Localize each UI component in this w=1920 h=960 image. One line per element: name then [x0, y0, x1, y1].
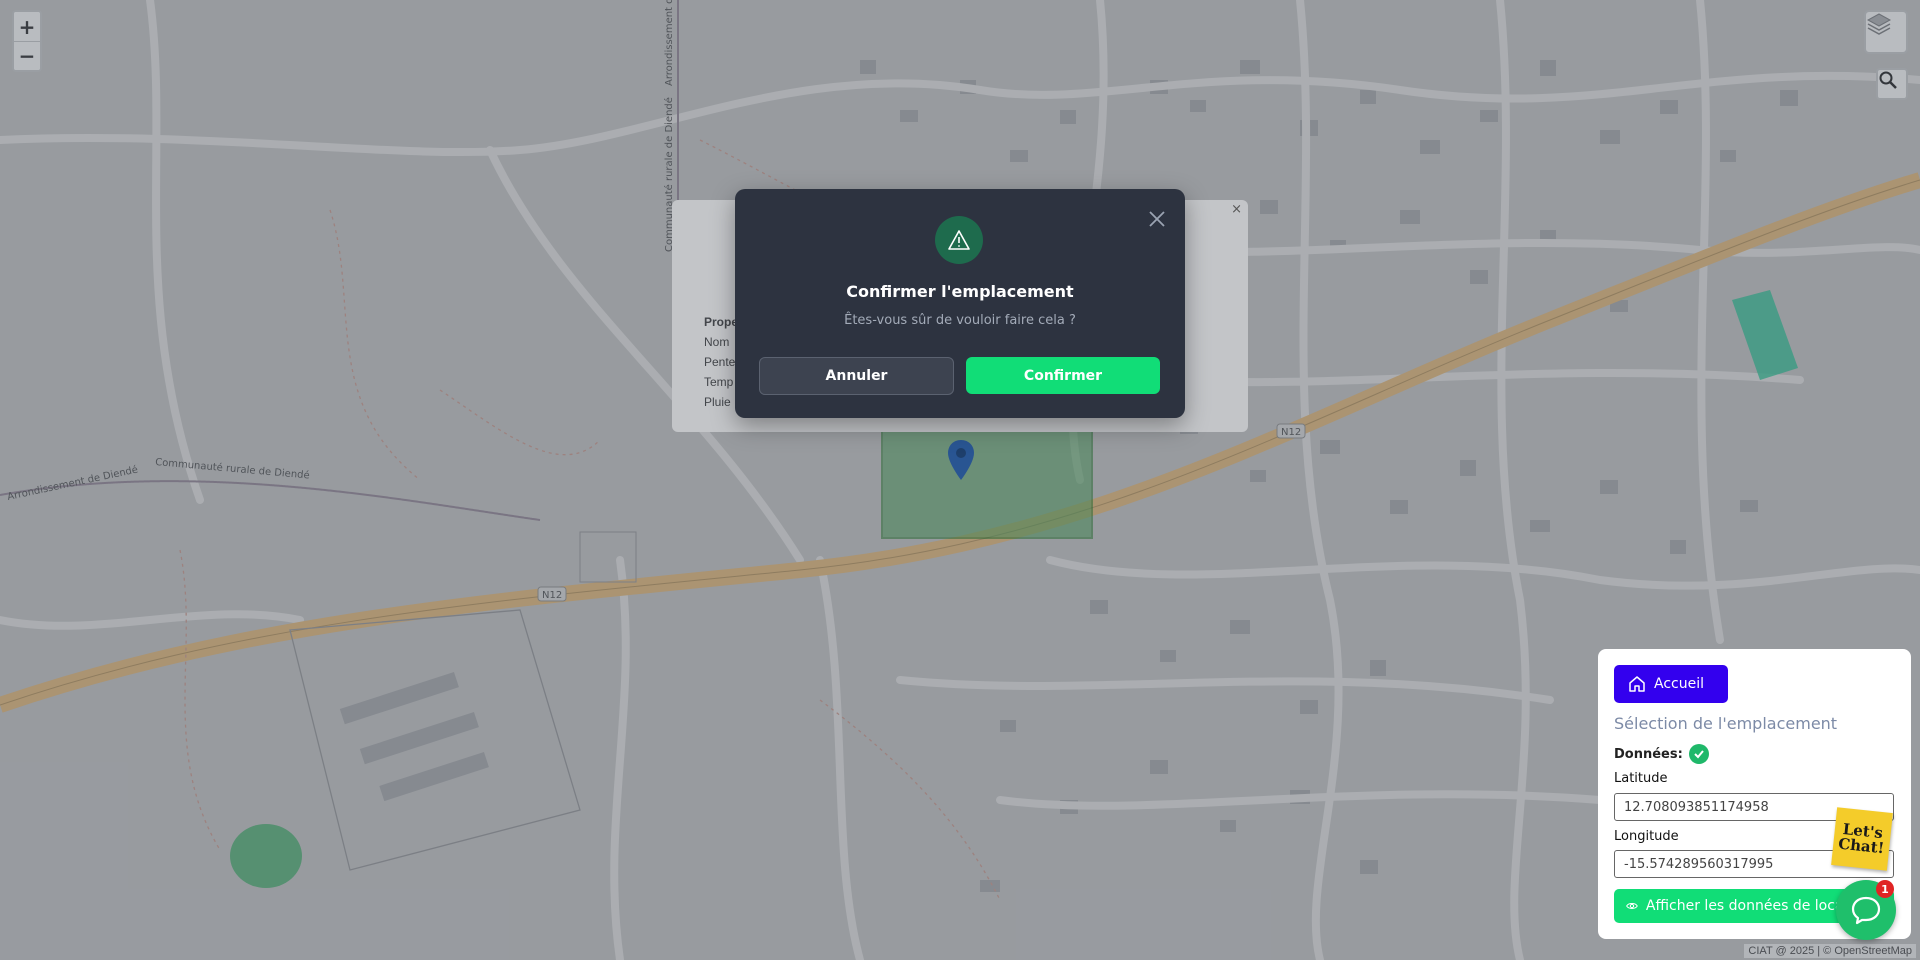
admin-label: Arrondissement de — [664, 0, 675, 86]
home-icon — [1629, 676, 1645, 692]
popup-row: Temp — [704, 375, 734, 389]
chat-badge: 1 — [1876, 880, 1894, 898]
dialog-title: Confirmer l'emplacement — [846, 282, 1074, 301]
home-button-label: Accueil — [1654, 676, 1704, 692]
cancel-button[interactable]: Annuler — [759, 357, 954, 395]
zoom-in-button[interactable]: + — [14, 12, 40, 41]
confirm-dialog: Confirmer l'emplacement Êtes-vous sûr de… — [735, 189, 1185, 418]
dialog-message: Êtes-vous sûr de vouloir faire cela ? — [844, 313, 1076, 328]
warning-icon-badge — [935, 216, 983, 264]
zoom-out-button[interactable]: − — [14, 41, 40, 70]
panel-title: Sélection de l'emplacement — [1614, 714, 1838, 733]
longitude-label: Longitude — [1614, 829, 1679, 844]
search-icon — [1879, 71, 1897, 89]
data-status: Données: — [1614, 744, 1709, 764]
road-label: N12 — [542, 590, 562, 601]
latitude-label: Latitude — [1614, 771, 1668, 786]
chat-icon — [1851, 896, 1881, 925]
layers-button[interactable] — [1864, 10, 1908, 54]
confirm-button[interactable]: Confirmer — [966, 357, 1160, 394]
data-label: Données: — [1614, 746, 1683, 762]
map-attribution: CIAT @ 2025 | © OpenStreetMap — [1744, 944, 1916, 958]
popup-close-icon[interactable]: × — [1231, 202, 1242, 217]
road-label: N12 — [1281, 427, 1301, 438]
map-search-button[interactable] — [1876, 68, 1908, 100]
zoom-control: + − — [12, 10, 42, 72]
eye-icon — [1626, 903, 1638, 909]
chat-sticker[interactable]: Let's Chat! — [1831, 807, 1893, 871]
map-pin-icon[interactable] — [948, 440, 974, 480]
popup-row: Pluie — [704, 395, 731, 409]
warning-icon — [948, 230, 970, 250]
close-icon[interactable] — [1147, 209, 1167, 229]
popup-row: Pente — [704, 355, 736, 369]
layers-icon — [1866, 13, 1892, 35]
popup-row: Nom — [704, 335, 730, 349]
popup-title: Prope — [704, 315, 739, 329]
home-button[interactable]: Accueil — [1614, 665, 1728, 703]
check-circle-icon — [1688, 744, 1709, 764]
